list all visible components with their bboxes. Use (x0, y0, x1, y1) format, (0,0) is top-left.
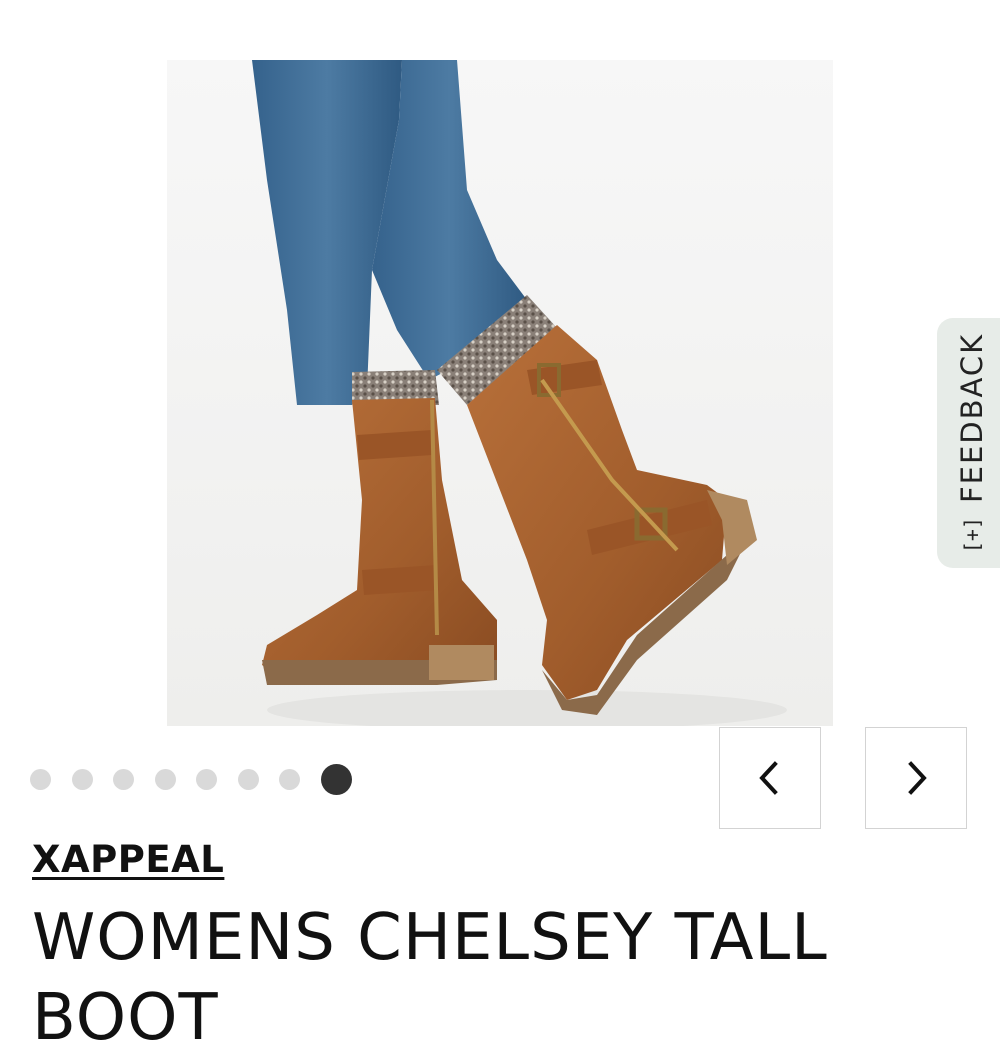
carousel-dot[interactable] (237, 768, 259, 790)
carousel-dot[interactable] (113, 768, 134, 790)
carousel-dot-active[interactable] (320, 763, 352, 795)
carousel-dot[interactable] (196, 768, 217, 790)
feedback-tab[interactable]: [+] FEEDBACK (937, 318, 1000, 568)
feedback-plus-icon: [+] (960, 517, 984, 554)
boots-illustration (252, 60, 787, 726)
chevron-right-icon (908, 761, 927, 795)
product-title: WOMENS CHELSEY TALL BOOT (32, 901, 828, 1055)
carousel-dot[interactable] (279, 768, 300, 790)
carousel-dots (30, 763, 352, 795)
brand-link[interactable]: XAPPEAL (32, 838, 224, 881)
carousel-next-button[interactable] (865, 727, 967, 829)
carousel-dot[interactable] (154, 768, 176, 790)
feedback-label: FEEDBACK (955, 332, 989, 504)
carousel-dot[interactable] (30, 768, 51, 790)
chevron-left-icon (759, 761, 778, 795)
carousel-prev-button[interactable] (719, 727, 821, 829)
product-image[interactable] (167, 60, 833, 726)
carousel-dot[interactable] (71, 768, 93, 790)
